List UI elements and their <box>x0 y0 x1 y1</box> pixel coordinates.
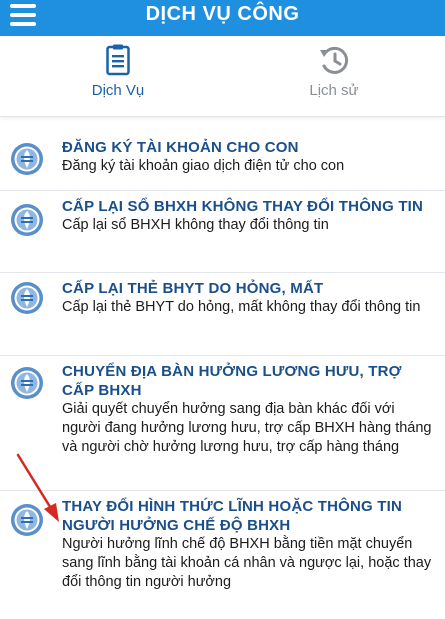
service-item[interactable]: CHUYỂN ĐỊA BÀN HƯỞNG LƯƠNG HƯU, TRỢ CẤP … <box>0 356 445 491</box>
service-item[interactable]: THAY ĐỔI HÌNH THỨC LĨNH HOẶC THÔNG TIN N… <box>0 491 445 602</box>
history-icon <box>320 46 349 74</box>
service-item[interactable]: CẤP LẠI THẺ BHYT DO HỎNG, MẤT Cấp lại th… <box>0 273 445 356</box>
service-item[interactable]: CẤP LẠI SỔ BHXH KHÔNG THAY ĐỔI THÔNG TIN… <box>0 191 445 273</box>
top-bar: DỊCH VỤ CÔNG <box>0 0 445 36</box>
tab-bar: Dịch Vụ Lịch sử <box>0 36 445 117</box>
bhxh-logo-icon <box>10 281 44 315</box>
bhxh-logo-icon <box>10 203 44 237</box>
tab-services[interactable]: Dịch Vụ <box>58 44 178 99</box>
page-title: DỊCH VỤ CÔNG <box>145 3 300 25</box>
service-title: CẤP LẠI SỔ BHXH KHÔNG THAY ĐỔI THÔNG TIN <box>62 198 424 215</box>
tab-history[interactable]: Lịch sử <box>274 44 394 99</box>
tab-services-label: Dịch Vụ <box>91 82 145 99</box>
bhxh-logo-icon <box>10 142 44 176</box>
service-list: ĐĂNG KÝ TÀI KHOẢN CHO CON Đăng ký tài kh… <box>0 132 445 602</box>
service-description: Cấp lại thẻ BHYT do hỏng, mất không thay… <box>62 299 421 315</box>
service-description: Cấp lại sổ BHXH không thay đổi thông tin <box>62 217 329 233</box>
service-description: Đăng ký tài khoản giao dịch điện tử cho … <box>62 158 345 174</box>
tab-history-label: Lịch sử <box>309 82 359 99</box>
clipboard-icon <box>106 44 130 76</box>
bhxh-logo-icon <box>10 503 44 537</box>
service-title: THAY ĐỔI HÌNH THỨC LĨNH HOẶC THÔNG TIN N… <box>62 498 403 534</box>
service-title: ĐĂNG KÝ TÀI KHOẢN CHO CON <box>62 139 299 156</box>
bhxh-logo-icon <box>10 366 44 400</box>
service-title: CẤP LẠI THẺ BHYT DO HỎNG, MẤT <box>62 280 324 297</box>
service-title: CHUYỂN ĐỊA BÀN HƯỞNG LƯƠNG HƯU, TRỢ CẤP … <box>62 363 402 399</box>
service-item[interactable]: ĐĂNG KÝ TÀI KHOẢN CHO CON Đăng ký tài kh… <box>0 132 445 191</box>
service-description: Người hưởng lĩnh chế độ BHXH bằng tiền m… <box>62 536 432 590</box>
service-description: Giải quyết chuyển hưởng sang địa bàn khá… <box>62 401 432 455</box>
